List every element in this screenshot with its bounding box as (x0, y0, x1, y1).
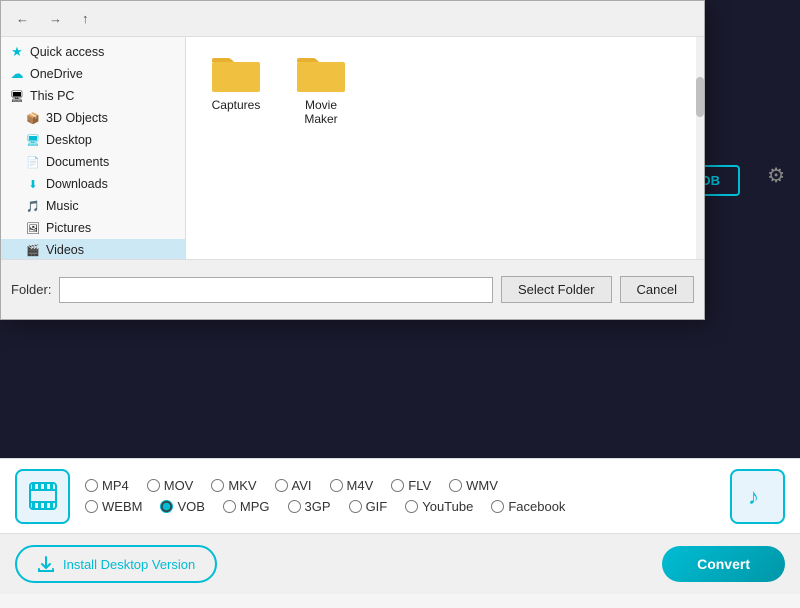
gear-button[interactable]: ⚙ (767, 163, 785, 188)
select-folder-button[interactable]: Select Folder (501, 276, 612, 303)
forward-button[interactable]: → (42, 8, 69, 29)
film-icon (15, 469, 70, 524)
format-facebook[interactable]: Facebook (491, 499, 565, 514)
dialog-body: ★ Quick access ☁ OneDrive 🖥 This PC 📦 3D… (1, 37, 704, 259)
tree-label: Quick access (30, 45, 104, 59)
action-bar: Install Desktop Version Convert (0, 534, 800, 594)
format-flv[interactable]: FLV (391, 478, 431, 493)
dialog-toolbar: ← → ↑ (1, 1, 704, 37)
folder-label: Folder: (11, 282, 51, 297)
bottom-section: MP4 MOV MKV AVI M4V FLV (0, 458, 800, 608)
tree-label: Music (46, 199, 79, 213)
tree-label: OneDrive (30, 67, 83, 81)
format-youtube[interactable]: YouTube (405, 499, 473, 514)
desktop-icon: 🖥 (25, 132, 41, 148)
tree-item-documents[interactable]: 📄 Documents (1, 151, 185, 173)
tree-item-videos[interactable]: 🎬 Videos (1, 239, 185, 259)
music-icon: 🎵 (25, 198, 41, 214)
format-m4v[interactable]: M4V (330, 478, 374, 493)
pictures-icon: 🖼 (25, 220, 41, 236)
tree-label: Videos (46, 243, 84, 257)
tree-item-3d-objects[interactable]: 📦 3D Objects (1, 107, 185, 129)
tree-item-downloads[interactable]: ⬇ Downloads (1, 173, 185, 195)
tree-label: This PC (30, 89, 74, 103)
onedrive-icon: ☁ (9, 66, 25, 82)
folder-tree: ★ Quick access ☁ OneDrive 🖥 This PC 📦 3D… (1, 37, 186, 259)
tree-item-music[interactable]: 🎵 Music (1, 195, 185, 217)
format-3gp[interactable]: 3GP (288, 499, 331, 514)
format-row-2: WEBM VOB MPG 3GP GIF YouT (85, 499, 715, 514)
format-bar: MP4 MOV MKV AVI M4V FLV (0, 459, 800, 534)
tree-item-this-pc[interactable]: 🖥 This PC (1, 85, 185, 107)
format-webm[interactable]: WEBM (85, 499, 142, 514)
file-area: Captures Movie Maker (186, 37, 704, 259)
file-name-movie-maker: Movie Maker (291, 98, 351, 126)
install-desktop-button[interactable]: Install Desktop Version (15, 545, 217, 583)
3d-objects-icon: 📦 (25, 110, 41, 126)
format-wmv[interactable]: WMV (449, 478, 498, 493)
format-gif[interactable]: GIF (349, 499, 388, 514)
tree-label: 3D Objects (46, 111, 108, 125)
convert-button[interactable]: Convert (662, 546, 785, 582)
install-label: Install Desktop Version (63, 557, 195, 572)
format-mov[interactable]: MOV (147, 478, 194, 493)
format-mp4[interactable]: MP4 (85, 478, 129, 493)
folder-captures-icon (210, 52, 262, 94)
folder-item-captures[interactable]: Captures (201, 47, 271, 131)
file-name-captures: Captures (212, 98, 261, 112)
quick-access-icon: ★ (9, 44, 25, 60)
folder-input[interactable] (59, 277, 492, 303)
up-button[interactable]: ↑ (75, 8, 96, 29)
format-mpg[interactable]: MPG (223, 499, 270, 514)
videos-icon: 🎬 (25, 242, 41, 258)
tree-item-pictures[interactable]: 🖼 Pictures (1, 217, 185, 239)
folder-item-movie-maker[interactable]: Movie Maker (286, 47, 356, 131)
tree-label: Desktop (46, 133, 92, 147)
format-row-1: MP4 MOV MKV AVI M4V FLV (85, 478, 715, 493)
app-background: VOB ⚙ ← → ↑ ★ Quick access ☁ OneDrive (0, 0, 800, 608)
format-options: MP4 MOV MKV AVI M4V FLV (85, 478, 715, 514)
folder-movie-maker-icon (295, 52, 347, 94)
svg-text:♪: ♪ (748, 484, 759, 509)
tree-label: Downloads (46, 177, 108, 191)
tree-item-quick-access[interactable]: ★ Quick access (1, 41, 185, 63)
back-button[interactable]: ← (9, 8, 36, 29)
documents-icon: 📄 (25, 154, 41, 170)
cancel-button[interactable]: Cancel (620, 276, 694, 303)
format-mkv[interactable]: MKV (211, 478, 256, 493)
file-dialog: ← → ↑ ★ Quick access ☁ OneDrive 🖥 This P… (0, 0, 705, 320)
tree-label: Pictures (46, 221, 91, 235)
music-icon: ♪ (730, 469, 785, 524)
tree-label: Documents (46, 155, 109, 169)
dialog-footer: Folder: Select Folder Cancel (1, 259, 704, 319)
downloads-icon: ⬇ (25, 176, 41, 192)
format-avi[interactable]: AVI (275, 478, 312, 493)
tree-item-onedrive[interactable]: ☁ OneDrive (1, 63, 185, 85)
format-vob[interactable]: VOB (160, 499, 204, 514)
tree-item-desktop[interactable]: 🖥 Desktop (1, 129, 185, 151)
pc-icon: 🖥 (9, 88, 25, 104)
download-icon (37, 555, 55, 573)
